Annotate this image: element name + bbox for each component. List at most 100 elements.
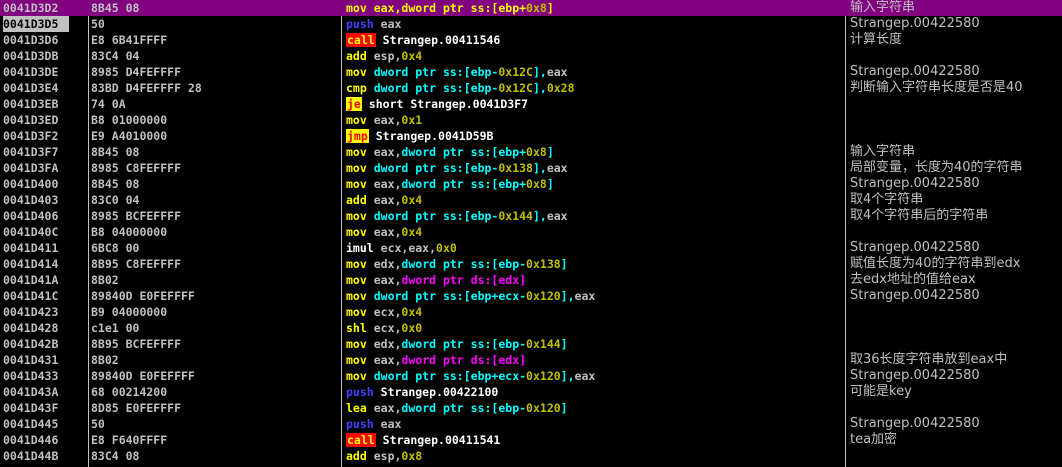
- address-cell[interactable]: 0041D44B: [3, 448, 69, 464]
- address-cell[interactable]: 0041D3DE: [3, 64, 69, 80]
- instruction-row[interactable]: 0041D3DE 8985 D4FEFFFF mov dword ptr ss:[e…: [0, 64, 1062, 80]
- disassembly-cell[interactable]: push Strangep.00422100: [346, 384, 498, 400]
- address-cell[interactable]: 0041D3F2: [3, 128, 69, 144]
- address-cell[interactable]: 0041D41A: [3, 272, 69, 288]
- address-cell[interactable]: 0041D423: [3, 304, 69, 320]
- disassembly-cell[interactable]: push eax: [346, 16, 401, 32]
- instruction-row[interactable]: 0041D41A 8B02 mov eax,dword ptr ds:[edx] 去e…: [0, 272, 1062, 288]
- instruction-row[interactable]: 0041D3D6 E8 6B41FFFF call Strangep.0041154…: [0, 32, 1062, 48]
- disassembly-cell[interactable]: mov eax,dword ptr ss:[ebp+0x8]: [346, 176, 554, 192]
- disassembly-cell[interactable]: jmp Strangep.0041D59B: [346, 128, 493, 144]
- instruction-row[interactable]: 0041D445 50 push eax Strangep.00422580: [0, 416, 1062, 432]
- instruction-row[interactable]: 0041D3F7 8B45 08 mov eax,dword ptr ss:[ebp…: [0, 144, 1062, 160]
- disassembly-cell[interactable]: call Strangep.00411546: [346, 32, 500, 48]
- address-cell[interactable]: 0041D42B: [3, 336, 69, 352]
- disassembly-cell[interactable]: mov eax,dword ptr ss:[ebp+0x8]: [346, 0, 554, 16]
- disassembly-cell[interactable]: je short Strangep.0041D3F7: [346, 96, 528, 112]
- instruction-row[interactable]: 0041D411 6BC8 00 imul ecx,eax,0x0 Strangep.…: [0, 240, 1062, 256]
- address-cell[interactable]: 0041D428: [3, 320, 69, 336]
- instruction-row[interactable]: 0041D3DB 83C4 04 add esp,0x4: [0, 48, 1062, 64]
- instruction-row[interactable]: 0041D400 8B45 08 mov eax,dword ptr ss:[ebp…: [0, 176, 1062, 192]
- disassembly-cell[interactable]: shl ecx,0x0: [346, 320, 422, 336]
- comment-cell[interactable]: 去edx地址的值给eax: [850, 272, 976, 288]
- address-cell[interactable]: 0041D3D6: [3, 32, 69, 48]
- instruction-row[interactable]: 0041D446 E8 F640FFFF call Strangep.0041154…: [0, 432, 1062, 448]
- comment-cell[interactable]: 取4个字符串: [850, 192, 923, 208]
- disassembly-cell[interactable]: add eax,0x4: [346, 192, 422, 208]
- disassembly-cell[interactable]: mov eax,dword ptr ds:[edx]: [346, 352, 526, 368]
- address-cell[interactable]: 0041D411: [3, 240, 69, 256]
- instruction-row[interactable]: 0041D41C 89840D E0FEFFFF mov dword ptr ss:…: [0, 288, 1062, 304]
- instruction-row[interactable]: 0041D3ED B8 01000000 mov eax,0x1: [0, 112, 1062, 128]
- instruction-row[interactable]: 0041D3FA 8985 C8FEFFFF mov dword ptr ss:[e…: [0, 160, 1062, 176]
- address-cell[interactable]: 0041D3E4: [3, 80, 69, 96]
- comment-cell[interactable]: Strangep.00422580: [850, 288, 980, 304]
- address-cell[interactable]: 0041D3DB: [3, 48, 69, 64]
- comment-cell[interactable]: Strangep.00422580: [850, 176, 980, 192]
- disassembly-cell[interactable]: mov eax,0x1: [346, 112, 422, 128]
- disassembly-cell[interactable]: call Strangep.00411541: [346, 432, 500, 448]
- address-cell[interactable]: 0041D43A: [3, 384, 69, 400]
- disassembly-cell[interactable]: mov eax,dword ptr ss:[ebp+0x8]: [346, 144, 554, 160]
- instruction-row[interactable]: 0041D40C B8 04000000 mov eax,0x4: [0, 224, 1062, 240]
- comment-cell[interactable]: 局部变量，长度为40的字符串: [850, 160, 1023, 176]
- disassembly-cell[interactable]: lea eax,dword ptr ss:[ebp-0x120]: [346, 400, 568, 416]
- address-cell[interactable]: 0041D41C: [3, 288, 69, 304]
- disassembly-cell[interactable]: mov dword ptr ss:[ebp-0x138],eax: [346, 160, 568, 176]
- address-cell[interactable]: 0041D3EB: [3, 96, 69, 112]
- disassembly-cell[interactable]: cmp dword ptr ss:[ebp-0x12C],0x28: [346, 80, 575, 96]
- comment-cell[interactable]: 赋值长度为40的字符串到edx: [850, 256, 1021, 272]
- instruction-row[interactable]: 0041D3D5 50 push eax Strangep.00422580: [0, 16, 1062, 32]
- comment-cell[interactable]: 输入字符串: [850, 0, 915, 16]
- instruction-row[interactable]: 0041D403 83C0 04 add eax,0x4 取4个字符串: [0, 192, 1062, 208]
- address-cell[interactable]: 0041D3ED: [3, 112, 69, 128]
- disassembly-cell[interactable]: mov dword ptr ss:[ebp-0x144],eax: [346, 208, 568, 224]
- address-cell[interactable]: 0041D3F7: [3, 144, 69, 160]
- disassembly-cell[interactable]: imul ecx,eax,0x0: [346, 240, 457, 256]
- disassembly-cell[interactable]: add esp,0x8: [346, 448, 422, 464]
- disassembly-cell[interactable]: mov edx,dword ptr ss:[ebp-0x138]: [346, 256, 568, 272]
- address-cell[interactable]: 0041D43F: [3, 400, 69, 416]
- disassembly-cell[interactable]: mov eax,dword ptr ds:[edx]: [346, 272, 526, 288]
- instruction-row[interactable]: 0041D414 8B95 C8FEFFFF mov edx,dword ptr s…: [0, 256, 1062, 272]
- comment-cell[interactable]: 判断输入字符串长度是否是40: [850, 80, 1023, 96]
- instruction-row[interactable]: 0041D43A 68 00214200 push Strangep.0042210…: [0, 384, 1062, 400]
- instruction-row[interactable]: 0041D423 B9 04000000 mov ecx,0x4: [0, 304, 1062, 320]
- address-cell[interactable]: 0041D414: [3, 256, 69, 272]
- comment-cell[interactable]: 取36长度字符串放到eax中: [850, 352, 1007, 368]
- address-cell[interactable]: 0041D3FA: [3, 160, 69, 176]
- disassembly-cell[interactable]: mov edx,dword ptr ss:[ebp-0x144]: [346, 336, 568, 352]
- disassembly-cell[interactable]: mov ecx,0x4: [346, 304, 422, 320]
- disassembly-cell[interactable]: mov eax,0x4: [346, 224, 422, 240]
- comment-cell[interactable]: tea加密: [850, 432, 897, 448]
- disassembly-cell[interactable]: mov dword ptr ss:[ebp-0x12C],eax: [346, 64, 568, 80]
- disassembly-cell[interactable]: push eax: [346, 416, 401, 432]
- instruction-row[interactable]: 0041D3F2 E9 A4010000 jmp Strangep.0041D59B: [0, 128, 1062, 144]
- instruction-row[interactable]: 0041D428 c1e1 00 shl ecx,0x0: [0, 320, 1062, 336]
- instruction-row[interactable]: 0041D406 8985 BCFEFFFF mov dword ptr ss:[e…: [0, 208, 1062, 224]
- address-cell[interactable]: 0041D406: [3, 208, 69, 224]
- address-cell[interactable]: 0041D446: [3, 432, 69, 448]
- comment-cell[interactable]: Strangep.00422580: [850, 416, 980, 432]
- comment-cell[interactable]: Strangep.00422580: [850, 368, 980, 384]
- address-cell[interactable]: 0041D433: [3, 368, 69, 384]
- instruction-row[interactable]: 0041D3D2 8B45 08 mov eax,dword ptr ss:[ebp…: [0, 0, 1062, 16]
- address-cell[interactable]: 0041D403: [3, 192, 69, 208]
- address-cell[interactable]: 0041D431: [3, 352, 69, 368]
- comment-cell[interactable]: Strangep.00422580: [850, 240, 980, 256]
- comment-cell[interactable]: 取4个字符串后的字符串: [850, 208, 988, 224]
- comment-cell[interactable]: 可能是key: [850, 384, 912, 400]
- instruction-row[interactable]: 0041D43F 8D85 E0FEFFFF lea eax,dword ptr s…: [0, 400, 1062, 416]
- instruction-row[interactable]: 0041D44B 83C4 08 add esp,0x8: [0, 448, 1062, 464]
- disassembly-cell[interactable]: mov dword ptr ss:[ebp+ecx-0x120],eax: [346, 368, 595, 384]
- comment-cell[interactable]: 计算长度: [850, 32, 902, 48]
- comment-cell[interactable]: 输入字符串: [850, 144, 915, 160]
- address-cell[interactable]: 0041D445: [3, 416, 69, 432]
- disassembly-cell[interactable]: add esp,0x4: [346, 48, 422, 64]
- address-cell[interactable]: 0041D40C: [3, 224, 69, 240]
- instruction-row[interactable]: 0041D42B 8B95 BCFEFFFF mov edx,dword ptr s…: [0, 336, 1062, 352]
- address-cell[interactable]: 0041D3D5: [3, 16, 69, 32]
- comment-cell[interactable]: Strangep.00422580: [850, 16, 980, 32]
- comment-cell[interactable]: Strangep.00422580: [850, 64, 980, 80]
- address-cell[interactable]: 0041D3D2: [3, 0, 69, 16]
